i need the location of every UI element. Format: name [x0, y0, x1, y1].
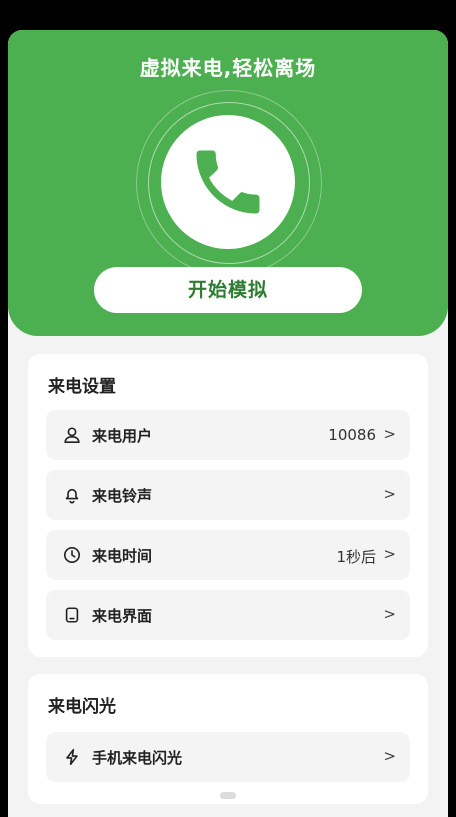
phone-icon-circle[interactable]	[161, 115, 295, 249]
call-settings-card: 来电设置 来电用户 10086 > 来电铃声 > 来电时间 1秒后 > 来电界面…	[28, 354, 428, 657]
flash-settings-title: 来电闪光	[48, 697, 116, 717]
screen-icon	[62, 605, 82, 625]
setting-label: 来电铃声	[92, 487, 153, 505]
chevron-right-icon: >	[383, 545, 396, 563]
chevron-right-icon: >	[383, 485, 396, 503]
setting-row-caller[interactable]: 来电用户 10086 >	[46, 410, 410, 460]
setting-value: 1秒后	[336, 548, 376, 566]
setting-row-time[interactable]: 来电时间 1秒后 >	[46, 530, 410, 580]
start-simulation-button[interactable]: 开始模拟	[94, 267, 362, 313]
hero-title: 虚拟来电,轻松离场	[139, 56, 317, 80]
setting-row-ringtone[interactable]: 来电铃声 >	[46, 470, 410, 520]
phone-icon	[196, 150, 260, 214]
bell-icon	[62, 485, 82, 505]
setting-label: 来电用户	[92, 427, 153, 445]
clock-icon	[62, 545, 82, 565]
chevron-right-icon: >	[383, 747, 396, 765]
call-settings-title: 来电设置	[48, 377, 116, 397]
chevron-right-icon: >	[383, 425, 396, 443]
lightning-icon	[62, 747, 82, 767]
setting-value: 10086	[328, 426, 376, 444]
home-indicator[interactable]	[220, 792, 236, 799]
setting-row-flash[interactable]: 手机来电闪光 >	[46, 732, 410, 782]
hero-banner: 虚拟来电,轻松离场 开始模拟	[8, 30, 448, 336]
user-icon	[62, 425, 82, 445]
setting-row-interface[interactable]: 来电界面 >	[46, 590, 410, 640]
setting-label: 来电界面	[92, 607, 153, 625]
setting-label: 来电时间	[92, 547, 153, 565]
app-screen: 虚拟来电,轻松离场 开始模拟 来电设置 来电用户 10086 > 来电铃声 >	[8, 30, 448, 817]
flash-settings-card: 来电闪光 手机来电闪光 >	[28, 674, 428, 804]
setting-label: 手机来电闪光	[92, 749, 183, 767]
chevron-right-icon: >	[383, 605, 396, 623]
